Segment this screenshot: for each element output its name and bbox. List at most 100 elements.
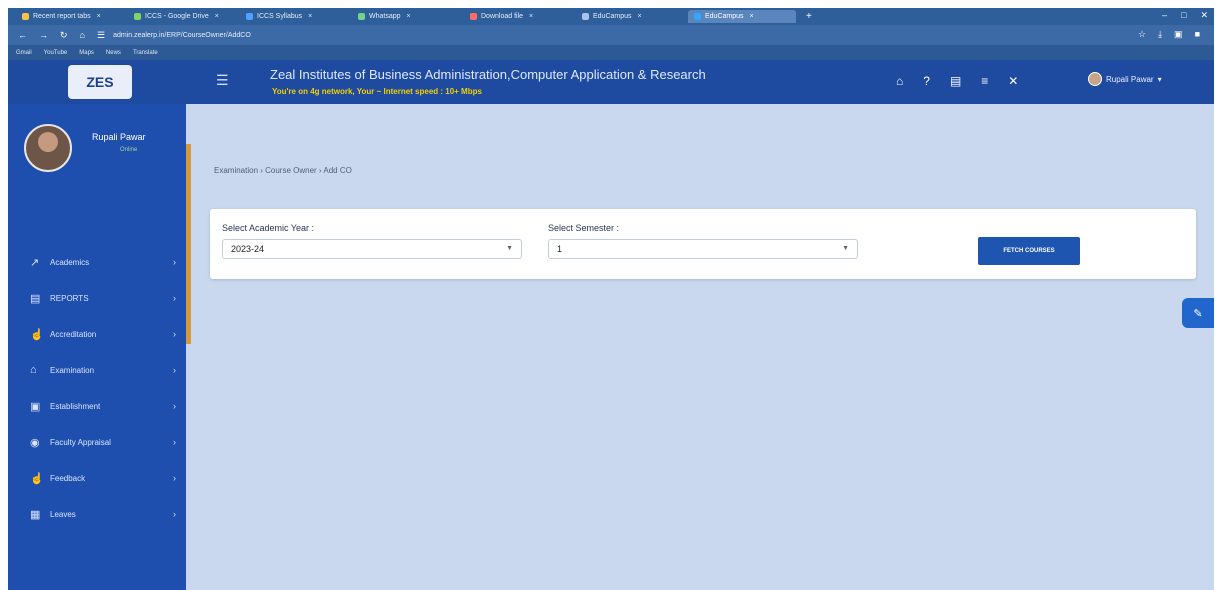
- browser-tab[interactable]: Whatsapp ×: [352, 10, 460, 23]
- sidebar-menu: ↗ Academics › ▤ REPORTS › ☝ Accreditation › ⌂ Exam…: [8, 244, 186, 532]
- sidebar-scroll-indicator[interactable]: [186, 144, 191, 344]
- download-icon[interactable]: ⤓: [1158, 29, 1162, 40]
- bank-icon: ⌂: [30, 364, 37, 376]
- thumbs-up-icon: ☝: [30, 328, 44, 341]
- new-tab-icon[interactable]: +: [806, 11, 812, 22]
- sidebar-item-label: Accreditation: [50, 329, 97, 339]
- sidebar-item-label: Feedback: [50, 473, 86, 483]
- sidebar-item-examination[interactable]: ⌂ Examination ›: [8, 352, 186, 388]
- profile-photo: [24, 124, 72, 172]
- sidebar-item-feedback[interactable]: ☝ Feedback ›: [8, 460, 186, 496]
- sidebar-item-faculty-appraisal[interactable]: ◉ Faculty Appraisal ›: [8, 424, 186, 460]
- sidebar-item-label: Academics: [50, 257, 90, 267]
- browser-tab[interactable]: Recent report tabs ×: [16, 10, 124, 23]
- chevron-right-icon: ›: [173, 401, 176, 411]
- browser-tab-label: EduCampus: [593, 13, 632, 20]
- browser-tab-label: ICCS Syllabus: [257, 13, 303, 20]
- chat-icon: ◉: [30, 436, 40, 449]
- report-icon: ▤: [30, 292, 41, 305]
- extension-icon[interactable]: ■: [1195, 29, 1200, 40]
- chevron-right-icon: ›: [173, 437, 176, 447]
- app-header: ZES ☰ Zeal Institutes of Business Admini…: [8, 60, 1214, 104]
- close-tab-icon[interactable]: ×: [750, 13, 754, 20]
- browser-tab-label: Whatsapp: [369, 13, 401, 20]
- close-tab-icon[interactable]: ×: [97, 13, 101, 20]
- home-icon[interactable]: ⌂: [896, 74, 903, 88]
- site-info-icon[interactable]: ☰: [97, 30, 105, 41]
- browser-tab[interactable]: EduCampus ×: [688, 10, 796, 23]
- academic-year-value: 2023-24: [231, 244, 265, 254]
- browser-tab-label: ICCS - Google Drive: [145, 13, 209, 20]
- close-icon[interactable]: ✕: [1008, 74, 1018, 88]
- sidebar-item-reports[interactable]: ▤ REPORTS ›: [8, 280, 186, 316]
- header-icons: ⌂ ? ▤ ≡ ✕: [896, 74, 1018, 88]
- institute-logo[interactable]: ZES: [68, 65, 132, 99]
- url-field[interactable]: admin.zealerp.in/ERP/CourseOwner/AddCO: [113, 32, 251, 39]
- settings-float-button[interactable]: ✎: [1182, 298, 1214, 328]
- main-content: Examination › Course Owner › Add CO Sele…: [196, 104, 1214, 590]
- bookmark-star-icon[interactable]: ☆: [1138, 29, 1146, 40]
- user-menu[interactable]: Rupali Pawar ▾: [1088, 72, 1162, 86]
- maximize-icon[interactable]: □: [1181, 10, 1186, 21]
- sidebar-item-establishment[interactable]: ▣ Establishment ›: [8, 388, 186, 424]
- bookmarks-bar: Gmail YouTube Maps News Translate: [8, 45, 1214, 60]
- forward-icon[interactable]: →: [39, 30, 48, 40]
- profile-name: Rupali Pawar: [92, 132, 146, 142]
- chart-icon: ↗: [30, 256, 40, 269]
- browser-tab[interactable]: ICCS Syllabus ×: [240, 10, 348, 23]
- minimize-icon[interactable]: –: [1162, 10, 1167, 21]
- favicon-icon: [22, 13, 29, 20]
- academic-year-select[interactable]: 2023-24 ▼: [222, 239, 522, 259]
- bookmark-item[interactable]: Maps: [79, 50, 94, 56]
- wrench-icon: ✎: [1193, 307, 1203, 320]
- browser-tab[interactable]: ICCS - Google Drive ×: [128, 10, 236, 23]
- close-tab-icon[interactable]: ×: [638, 13, 642, 20]
- semester-label: Select Semester :: [548, 223, 620, 233]
- chevron-right-icon: ›: [173, 473, 176, 483]
- close-window-icon[interactable]: ✕: [1200, 10, 1208, 21]
- help-icon[interactable]: ?: [923, 74, 930, 88]
- sidebar-item-label: Establishment: [50, 401, 101, 411]
- chat-icon[interactable]: ▤: [950, 74, 961, 88]
- favicon-icon: [134, 13, 141, 20]
- sidebar-item-academics[interactable]: ↗ Academics ›: [8, 244, 186, 280]
- favicon-icon: [358, 13, 365, 20]
- browser-toolbar-icons: ☆ ⤓ ▣ ■: [1138, 29, 1200, 40]
- close-tab-icon[interactable]: ×: [308, 13, 312, 20]
- network-status: You're on 4g network, Your ~ Internet sp…: [272, 87, 482, 96]
- semester-value: 1: [557, 244, 563, 254]
- bookmark-item[interactable]: Gmail: [16, 50, 32, 56]
- browser-tab-strip: Recent report tabs × ICCS - Google Drive × I…: [8, 8, 1214, 25]
- sidebar-item-leaves[interactable]: ▦ Leaves ›: [8, 496, 186, 532]
- bookmark-item[interactable]: News: [106, 50, 121, 56]
- institute-title: Zeal Institutes of Business Administrati…: [270, 67, 706, 82]
- semester-select[interactable]: 1 ▼: [548, 239, 858, 259]
- favicon-icon: [582, 13, 589, 20]
- bookmark-item[interactable]: Translate: [133, 50, 158, 56]
- sidebar-item-accreditation[interactable]: ☝ Accreditation ›: [8, 316, 186, 352]
- browser-tab[interactable]: EduCampus ×: [576, 10, 684, 23]
- hamburger-menu-icon[interactable]: ☰: [216, 72, 229, 89]
- bookmark-item[interactable]: YouTube: [44, 50, 68, 56]
- home-icon[interactable]: ⌂: [80, 30, 85, 40]
- favicon-icon: [694, 13, 701, 20]
- sidebar-item-label: REPORTS: [50, 293, 89, 303]
- favicon-icon: [246, 13, 253, 20]
- chevron-right-icon: ›: [173, 365, 176, 375]
- sidebar-icon[interactable]: ▣: [1174, 29, 1183, 40]
- window-controls: – □ ✕: [1162, 10, 1208, 21]
- chevron-right-icon: ›: [173, 257, 176, 267]
- close-tab-icon[interactable]: ×: [529, 13, 533, 20]
- back-icon[interactable]: ←: [18, 30, 27, 40]
- filter-card: Select Academic Year : 2023-24 ▼ Select …: [210, 209, 1196, 279]
- fetch-courses-button[interactable]: FETCH COURSES: [978, 237, 1080, 265]
- sidebar-item-label: Faculty Appraisal: [50, 437, 111, 447]
- close-tab-icon[interactable]: ×: [407, 13, 411, 20]
- reload-icon[interactable]: ↻: [60, 30, 68, 41]
- browser-tab-label: Download file: [481, 13, 524, 20]
- settings-sliders-icon[interactable]: ≡: [981, 74, 988, 88]
- calendar-icon: ▦: [30, 508, 41, 521]
- close-tab-icon[interactable]: ×: [215, 13, 219, 20]
- browser-tab[interactable]: Download file ×: [464, 10, 572, 23]
- academic-year-label: Select Academic Year :: [222, 223, 315, 233]
